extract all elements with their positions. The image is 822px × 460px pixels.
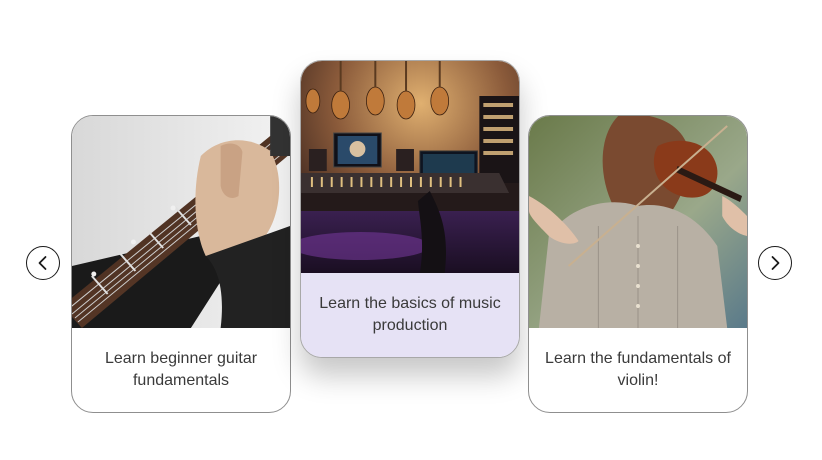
carousel-next-button[interactable]: [758, 246, 792, 280]
chevron-left-icon: [38, 256, 47, 270]
guitar-image: [72, 116, 290, 328]
studio-image: [301, 61, 519, 273]
course-card-guitar[interactable]: Learn beginner guitar fundamentals: [71, 115, 291, 413]
course-card-music-production[interactable]: Learn the basics of music production: [300, 60, 520, 358]
course-carousel: Learn beginner guitar fundamentals Learn…: [0, 0, 822, 460]
course-card-caption: Learn beginner guitar fundamentals: [104, 350, 258, 389]
course-card-caption: Learn the basics of music production: [301, 273, 519, 357]
chevron-right-icon: [771, 256, 780, 270]
course-card-violin[interactable]: Learn the fundamentals of violin!: [528, 115, 748, 413]
course-card-caption: Learn the fundamentals of violin!: [545, 350, 731, 389]
carousel-prev-button[interactable]: [26, 246, 60, 280]
violin-image: [529, 116, 747, 328]
